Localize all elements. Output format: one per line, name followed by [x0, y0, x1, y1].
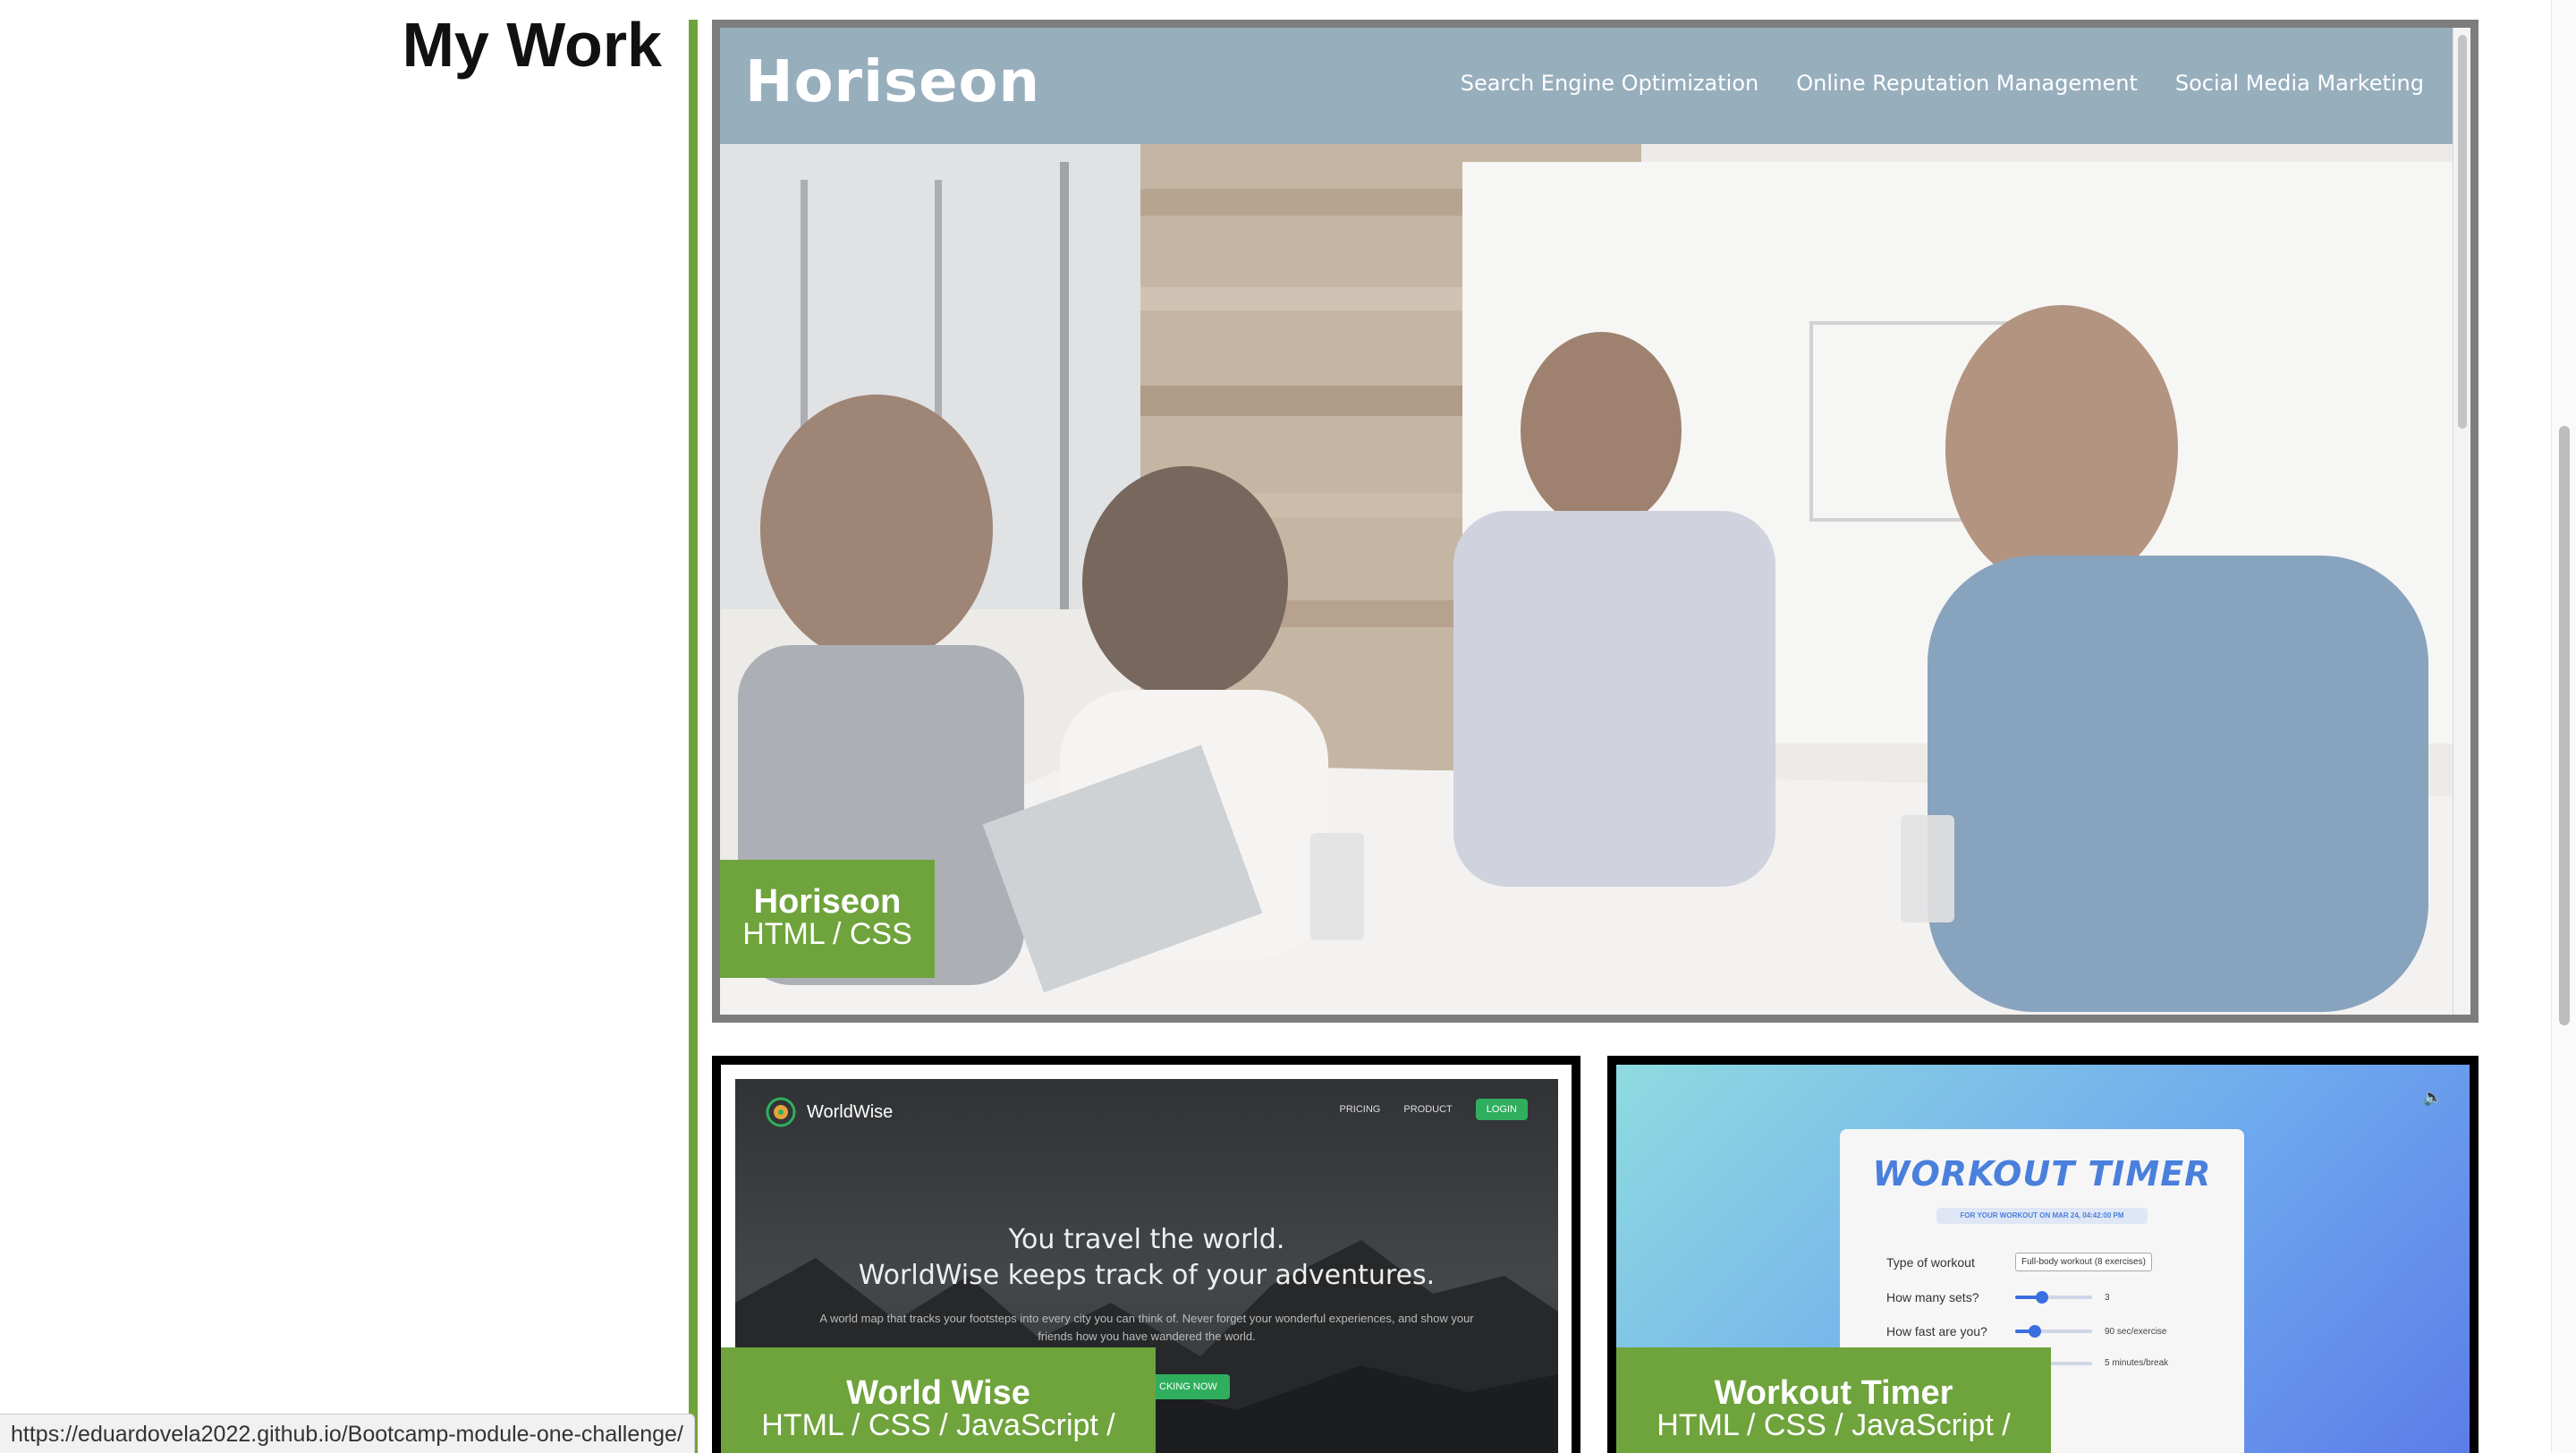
workout-slider	[2015, 1325, 2092, 1338]
section-accent-rule	[689, 20, 698, 1453]
horiseon-preview: Horiseon Search Engine Optimization Onli…	[720, 28, 2470, 1015]
horiseon-nav-item: Online Reputation Management	[1796, 71, 2138, 96]
project-tech: HTML / CSS	[742, 917, 912, 951]
project-name: Horiseon	[753, 883, 902, 921]
worldwise-nav: PRICING PRODUCT LOGIN	[1340, 1099, 1528, 1120]
workout-row: How fast are you? 90 sec/exercise	[1886, 1324, 2166, 1338]
worldwise-headline: You travel the world. WorldWise keeps tr…	[735, 1222, 1558, 1294]
project-name: Workout Timer	[1714, 1374, 1953, 1412]
project-label-worldwise: World Wise HTML / CSS / JavaScript /	[721, 1347, 1156, 1453]
speaker-icon: 🔈	[2422, 1088, 2443, 1106]
workout-row: How many sets? 3	[1886, 1290, 2110, 1304]
status-bar-url: https://eduardovela2022.github.io/Bootca…	[0, 1414, 695, 1453]
project-label-horiseon: Horiseon HTML / CSS	[720, 860, 935, 978]
horiseon-nav: Search Engine Optimization Online Reputa…	[1461, 71, 2424, 96]
worldwise-logo-icon	[766, 1097, 796, 1127]
project-tech: HTML / CSS / JavaScript /	[1657, 1408, 2011, 1442]
workout-timer-title: WORKOUT TIMER	[1872, 1154, 2212, 1194]
workout-slider	[2015, 1291, 2092, 1304]
project-name: World Wise	[846, 1374, 1030, 1412]
workout-row-value: 3	[2105, 1292, 2110, 1303]
workout-row: Type of workout Full-body workout (8 exe…	[1886, 1253, 2152, 1271]
worldwise-cta: CKING NOW	[1147, 1374, 1230, 1399]
horiseon-preview-scrollbar	[2453, 28, 2470, 1015]
worldwise-brand: WorldWise	[807, 1101, 894, 1122]
page-scrollbar[interactable]	[2551, 0, 2576, 1453]
page-title: My Work	[402, 10, 662, 80]
workout-row-label: How many sets?	[1886, 1290, 1979, 1304]
horiseon-brand: Horiseon	[745, 49, 1041, 115]
worldwise-logo: WorldWise	[766, 1097, 893, 1127]
horiseon-nav-item: Search Engine Optimization	[1460, 71, 1759, 96]
worldwise-nav-item: PRICING	[1339, 1104, 1381, 1115]
worldwise-nav-item: PRODUCT	[1403, 1104, 1453, 1115]
project-card-worldwise[interactable]: WorldWise PRICING PRODUCT LOGIN You trav…	[712, 1056, 1580, 1453]
project-card-workout-timer[interactable]: 🔈 WORKOUT TIMER FOR YOUR WORKOUT ON MAR …	[1607, 1056, 2479, 1453]
project-card-horiseon[interactable]: Horiseon Search Engine Optimization Onli…	[712, 20, 2479, 1023]
worldwise-description: A world map that tracks your footsteps i…	[819, 1312, 1474, 1343]
workout-type-select: Full-body workout (8 exercises)	[2015, 1253, 2152, 1271]
worldwise-headline-line: WorldWise keeps track of your adventures…	[858, 1260, 1436, 1291]
project-label-workout-timer: Workout Timer HTML / CSS / JavaScript /	[1616, 1347, 2051, 1453]
horiseon-nav-item: Social Media Marketing	[2174, 71, 2424, 96]
horiseon-header: Horiseon Search Engine Optimization Onli…	[720, 28, 2470, 144]
project-tech: HTML / CSS / JavaScript /	[761, 1408, 1115, 1442]
workout-row-label: How fast are you?	[1886, 1324, 1987, 1338]
horiseon-office-photo	[720, 28, 2470, 1015]
worldwise-headline-line: You travel the world.	[1008, 1224, 1285, 1255]
workout-row-label: Type of workout	[1886, 1254, 1975, 1270]
worldwise-login: LOGIN	[1475, 1099, 1528, 1120]
workout-row-value: 90 sec/exercise	[2105, 1326, 2167, 1337]
workout-timer-date: FOR YOUR WORKOUT ON MAR 24, 04:42:00 PM	[1936, 1208, 2148, 1224]
workout-row-value: 5 minutes/break	[2105, 1358, 2169, 1368]
page-scrollbar-thumb[interactable]	[2559, 426, 2570, 1025]
